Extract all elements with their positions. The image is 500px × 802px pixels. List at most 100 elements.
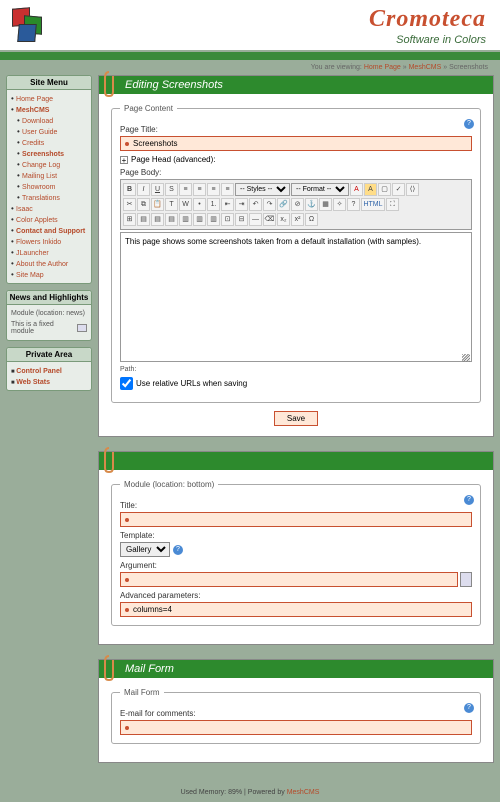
indent-icon[interactable]: ⇥: [235, 198, 248, 211]
resize-handle[interactable]: [462, 354, 470, 362]
copy-icon[interactable]: ⧉: [137, 198, 150, 211]
bg-color-icon[interactable]: A: [364, 183, 377, 196]
spell-icon[interactable]: ✓: [392, 183, 405, 196]
underline-icon[interactable]: U: [151, 183, 164, 196]
ul-icon[interactable]: •: [193, 198, 206, 211]
unlink-icon[interactable]: ⊘: [291, 198, 304, 211]
col-del-icon[interactable]: ▥: [207, 213, 220, 226]
site-menu-title: Site Menu: [7, 76, 91, 90]
news-module-label: Module (location: news): [11, 308, 87, 319]
text-color-icon[interactable]: A: [350, 183, 363, 196]
align-justify-icon[interactable]: ≡: [221, 183, 234, 196]
menu-item[interactable]: Showroom: [22, 184, 55, 191]
page-title-input[interactable]: [120, 136, 472, 151]
relative-urls-checkbox[interactable]: [120, 377, 133, 390]
email-label: E-mail for comments:: [120, 709, 472, 718]
format-select[interactable]: -- Format --: [291, 183, 349, 196]
breadcrumb-link[interactable]: Home Page: [364, 64, 401, 71]
menu-item[interactable]: User Guide: [22, 129, 57, 136]
row-after-icon[interactable]: ▤: [151, 213, 164, 226]
table-icon[interactable]: ⊞: [123, 213, 136, 226]
menu-item[interactable]: Change Log: [22, 162, 60, 169]
menu-item[interactable]: JLauncher: [16, 250, 49, 257]
char-icon[interactable]: Ω: [305, 213, 318, 226]
help-icon[interactable]: ?: [464, 703, 474, 713]
col-after-icon[interactable]: ▥: [193, 213, 206, 226]
link-icon[interactable]: 🔗: [277, 198, 290, 211]
breadcrumb: You are viewing: Home Page » MeshCMS » S…: [0, 60, 500, 75]
paste-word-icon[interactable]: W: [179, 198, 192, 211]
mail-panel: Mail Form Mail Form ? E-mail for comment…: [98, 659, 494, 763]
undo-icon[interactable]: ↶: [249, 198, 262, 211]
module-title-input[interactable]: [120, 512, 472, 527]
html-icon[interactable]: HTML: [361, 198, 385, 211]
menu-item[interactable]: About the Author: [16, 261, 68, 268]
row-before-icon[interactable]: ▤: [137, 213, 150, 226]
adv-params-input[interactable]: [120, 602, 472, 617]
sub-icon[interactable]: x₂: [277, 213, 290, 226]
remove-fmt-icon[interactable]: ⌫: [263, 213, 276, 226]
help-icon[interactable]: ?: [464, 495, 474, 505]
argument-input[interactable]: [120, 572, 458, 587]
image-icon[interactable]: ▢: [378, 183, 391, 196]
bold-icon[interactable]: B: [123, 183, 136, 196]
private-menu-item[interactable]: Control Panel: [16, 368, 62, 375]
private-menu-item[interactable]: Web Stats: [16, 379, 50, 386]
outdent-icon[interactable]: ⇤: [221, 198, 234, 211]
menu-item[interactable]: Download: [22, 118, 53, 125]
module-title-label: Title:: [120, 501, 472, 510]
align-left-icon[interactable]: ≡: [179, 183, 192, 196]
menu-item[interactable]: Isaac: [16, 206, 33, 213]
footer-link[interactable]: MeshCMS: [287, 789, 320, 796]
redo-icon[interactable]: ↷: [263, 198, 276, 211]
menu-item[interactable]: Translations: [22, 195, 60, 202]
menu-item[interactable]: Home Page: [16, 96, 53, 103]
expand-icon[interactable]: +: [120, 156, 128, 164]
sup-icon[interactable]: x²: [291, 213, 304, 226]
ol-icon[interactable]: 1.: [207, 198, 220, 211]
code-icon[interactable]: ⟨⟩: [406, 183, 419, 196]
menu-item[interactable]: Screenshots: [22, 151, 64, 158]
menu-item[interactable]: Credits: [22, 140, 44, 147]
styles-select[interactable]: -- Styles --: [235, 183, 290, 196]
hr-icon[interactable]: —: [249, 213, 262, 226]
menu-item[interactable]: Flowers Inkido: [16, 239, 61, 246]
align-center-icon[interactable]: ≡: [193, 183, 206, 196]
merge-icon[interactable]: ⊡: [221, 213, 234, 226]
image2-icon[interactable]: ▦: [319, 198, 332, 211]
help-icon[interactable]: ?: [173, 545, 183, 555]
italic-icon[interactable]: I: [137, 183, 150, 196]
align-right-icon[interactable]: ≡: [207, 183, 220, 196]
editor-title: Editing Screenshots: [99, 76, 493, 94]
editor-panel: Editing Screenshots Page Content ? Page …: [98, 75, 494, 437]
menu-item[interactable]: Site Map: [16, 272, 44, 279]
mail-fieldset: Mail Form ? E-mail for comments:: [111, 688, 481, 744]
help-icon[interactable]: ?: [464, 119, 474, 129]
col-before-icon[interactable]: ▥: [179, 213, 192, 226]
template-select[interactable]: Gallery: [120, 542, 170, 557]
logo: [12, 8, 52, 48]
email-input[interactable]: [120, 720, 472, 735]
clean-icon[interactable]: ✧: [333, 198, 346, 211]
sidebar: Site Menu Home Page MeshCMS Download User G…: [6, 75, 92, 777]
strike-icon[interactable]: S: [165, 183, 178, 196]
fullscreen-icon[interactable]: ⛶: [386, 198, 399, 211]
site-menu: Home Page MeshCMS Download User Guide Credit…: [11, 93, 87, 280]
browse-icon[interactable]: [460, 572, 472, 587]
news-title: News and Highlights: [7, 291, 91, 305]
breadcrumb-link[interactable]: MeshCMS: [409, 64, 442, 71]
menu-item[interactable]: Mailing List: [22, 173, 57, 180]
paste-icon[interactable]: 📋: [151, 198, 164, 211]
paste-text-icon[interactable]: T: [165, 198, 178, 211]
split-icon[interactable]: ⊟: [235, 213, 248, 226]
menu-item[interactable]: Contact and Support: [16, 228, 85, 235]
main-content: Editing Screenshots Page Content ? Page …: [98, 75, 494, 777]
cut-icon[interactable]: ✂: [123, 198, 136, 211]
menu-item[interactable]: Color Applets: [16, 217, 58, 224]
anchor-icon[interactable]: ⚓: [305, 198, 318, 211]
row-del-icon[interactable]: ▤: [165, 213, 178, 226]
menu-item[interactable]: MeshCMS: [16, 107, 49, 114]
page-body-editor[interactable]: [120, 232, 472, 362]
help2-icon[interactable]: ?: [347, 198, 360, 211]
save-button[interactable]: Save: [274, 411, 318, 426]
